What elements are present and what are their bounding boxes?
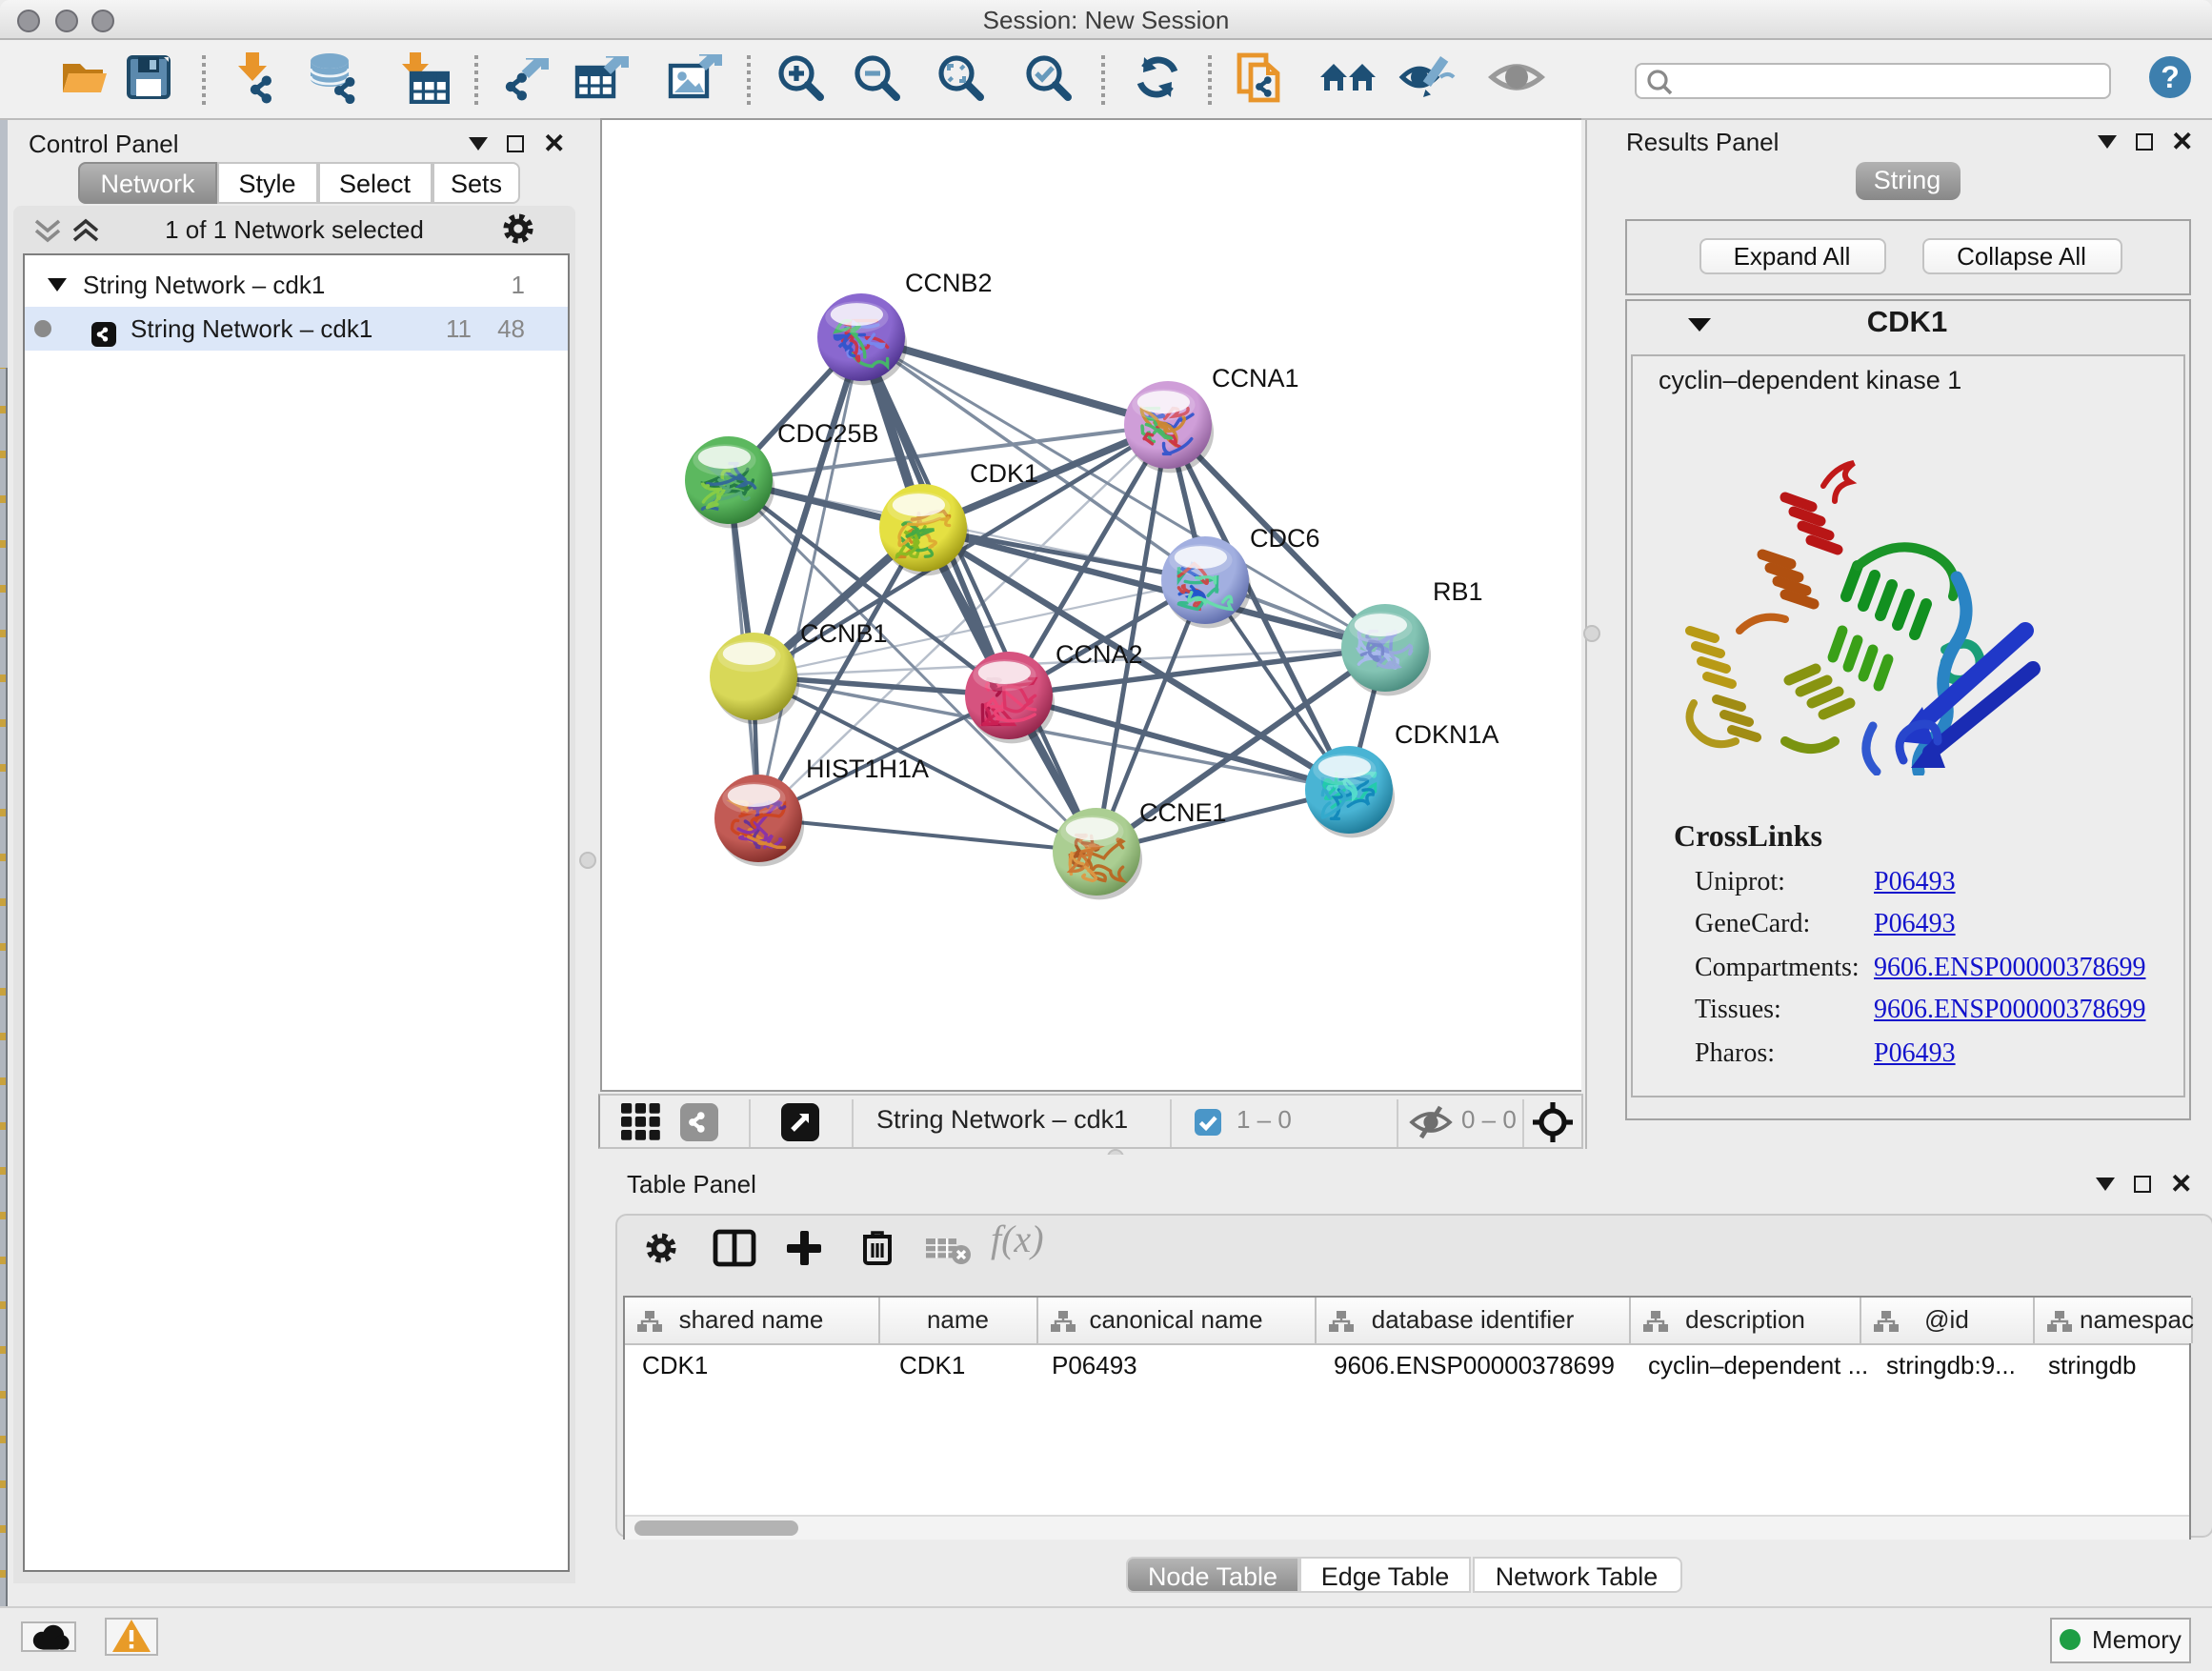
svg-text:CDKN1A: CDKN1A (1395, 720, 1499, 749)
svg-text:CCNA2: CCNA2 (1056, 640, 1143, 669)
svg-text:CCNA1: CCNA1 (1212, 364, 1299, 393)
svg-text:CDC6: CDC6 (1250, 524, 1320, 553)
svg-text:CDC25B: CDC25B (777, 419, 879, 448)
svg-text:CDK1: CDK1 (970, 459, 1038, 488)
svg-text:CCNB2: CCNB2 (905, 269, 993, 297)
svg-text:RB1: RB1 (1433, 577, 1483, 606)
svg-text:HIST1H1A: HIST1H1A (806, 755, 929, 783)
svg-text:CCNB1: CCNB1 (800, 619, 888, 648)
svg-text:CCNE1: CCNE1 (1139, 798, 1227, 827)
svg-text:?: ? (2161, 59, 2180, 93)
